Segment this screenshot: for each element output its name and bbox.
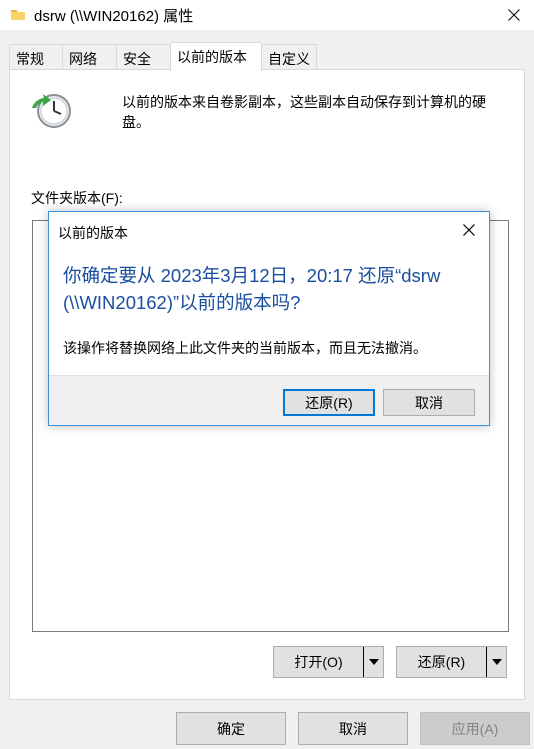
dialog-restore-button[interactable]: 还原(R) — [283, 389, 375, 416]
intro-text: 以前的版本来自卷影副本，这些副本自动保存到计算机的硬盘。 — [122, 94, 486, 130]
restore-dropdown-button[interactable] — [486, 647, 506, 677]
tab-label: 网络 — [69, 51, 97, 67]
ok-button-label: 确定 — [217, 720, 245, 737]
previous-versions-clock-icon — [32, 94, 71, 128]
tab-label: 自定义 — [268, 51, 310, 67]
restore-button[interactable]: 还原(R) — [397, 647, 486, 677]
restore-confirm-dialog: 以前的版本 你确定要从 2023年3月12日，20:17 还原“dsrw (\\… — [48, 211, 490, 426]
dialog-restore-label: 还原(R) — [305, 394, 353, 411]
restore-button-label: 还原(R) — [417, 654, 466, 670]
title-bar: dsrw (\\WIN20162) 属性 — [0, 0, 534, 30]
dialog-cancel-button[interactable]: 取消 — [383, 389, 475, 416]
dialog-footer: 还原(R) 取消 — [49, 375, 489, 425]
dialog-title: 以前的版本 — [58, 225, 128, 241]
open-split-button[interactable]: 打开(O) — [273, 646, 384, 678]
tab-network[interactable]: 网络 — [62, 44, 117, 70]
cancel-button-label: 取消 — [339, 720, 367, 737]
restore-split-button[interactable]: 还原(R) — [396, 646, 507, 678]
dialog-cancel-label: 取消 — [415, 394, 443, 411]
folder-icon — [11, 10, 25, 20]
apply-button[interactable]: 应用(A) — [420, 712, 530, 745]
ok-button[interactable]: 确定 — [176, 712, 286, 745]
cancel-button[interactable]: 取消 — [298, 712, 408, 745]
open-button-label: 打开(O) — [294, 654, 343, 670]
dialog-close-button[interactable] — [459, 220, 479, 240]
tab-label: 以前的版本 — [177, 49, 247, 65]
tab-general[interactable]: 常规 — [9, 44, 63, 70]
apply-button-label: 应用(A) — [451, 720, 499, 737]
close-icon — [508, 9, 520, 21]
tab-label: 安全 — [123, 51, 151, 67]
close-icon — [463, 224, 475, 236]
dropdown-arrow-icon — [368, 659, 379, 665]
open-dropdown-button[interactable] — [363, 647, 383, 677]
window-title: dsrw (\\WIN20162) 属性 — [34, 8, 194, 25]
open-button[interactable]: 打开(O) — [274, 647, 363, 677]
tab-security[interactable]: 安全 — [116, 44, 171, 70]
folder-versions-label: 文件夹版本(F): — [31, 190, 123, 206]
dialog-body: 该操作将替换网络上此文件夹的当前版本，而且无法撤消。 — [63, 340, 427, 356]
dropdown-arrow-icon — [491, 659, 502, 665]
tab-customize[interactable]: 自定义 — [261, 44, 317, 70]
tab-label: 常规 — [16, 51, 44, 67]
tab-previous-versions[interactable]: 以前的版本 — [170, 42, 262, 71]
window-close-button[interactable] — [494, 0, 534, 30]
dialog-heading: 你确定要从 2023年3月12日，20:17 还原“dsrw (\\WIN201… — [63, 265, 441, 313]
